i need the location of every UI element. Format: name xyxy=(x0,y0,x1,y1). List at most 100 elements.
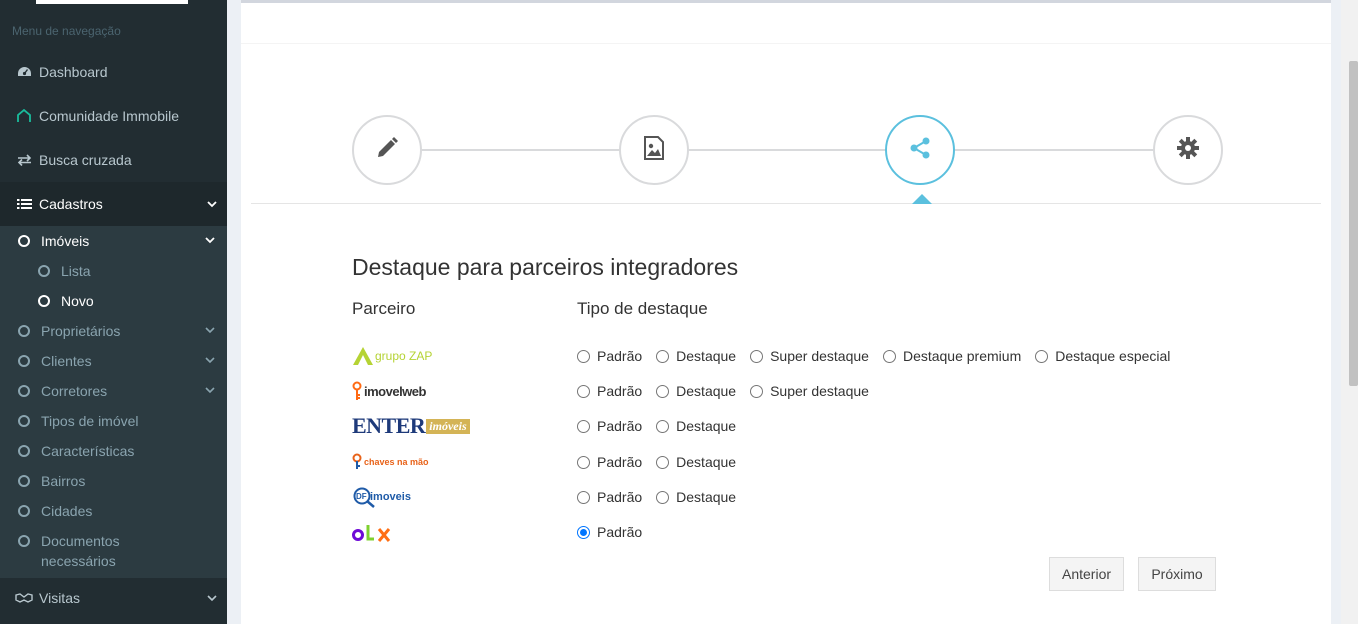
radio-button[interactable] xyxy=(656,490,670,504)
submenu-item-caracteristicas[interactable]: Características xyxy=(0,436,227,466)
radio-button[interactable] xyxy=(577,419,590,433)
submenu-label: Lista xyxy=(61,263,91,279)
submenu-item-documentos[interactable]: Documentos necessários xyxy=(0,531,227,575)
submenu-label: Características xyxy=(41,443,135,459)
options-row-enter: Padrão Destaque xyxy=(577,416,750,436)
wizard-step-settings[interactable] xyxy=(1153,115,1223,185)
partner-logo-dfimoveis: DF imoveis xyxy=(352,484,411,510)
sidebar-item-comunidade[interactable]: Comunidade Immobile xyxy=(0,94,227,138)
handshake-icon xyxy=(15,591,33,605)
submenu-item-proprietarios[interactable]: Proprietários xyxy=(0,316,227,346)
chevron-down-icon xyxy=(205,355,215,367)
submenu-item-corretores[interactable]: Corretores xyxy=(0,376,227,406)
gear-icon xyxy=(1176,136,1200,165)
radio-button[interactable] xyxy=(882,349,896,363)
partner-logo-enter: ENTER imóveis xyxy=(352,413,470,439)
submenu-label: Documentos necessários xyxy=(41,533,120,569)
submenu-item-lista[interactable]: Lista xyxy=(0,256,227,286)
key-logo-icon xyxy=(352,381,362,400)
wizard-connector xyxy=(955,149,1154,151)
chevron-down-icon xyxy=(205,235,215,247)
cadastros-submenu: Imóveis Lista Novo Proprietários Cliente… xyxy=(0,226,227,578)
submenu-item-clientes[interactable]: Clientes xyxy=(0,346,227,376)
radio-option[interactable]: Destaque premium xyxy=(882,348,1021,364)
submenu-label: Bairros xyxy=(41,473,86,489)
nav-header: Menu de navegação xyxy=(12,24,121,38)
radio-option[interactable]: Padrão xyxy=(577,454,642,470)
radio-button[interactable] xyxy=(750,384,764,398)
radio-button[interactable] xyxy=(656,455,670,469)
scrollbar-thumb[interactable] xyxy=(1349,61,1358,386)
chevron-down-icon xyxy=(207,197,217,211)
active-step-indicator xyxy=(912,194,932,204)
circle-icon xyxy=(18,235,30,247)
house-icon xyxy=(15,109,33,123)
submenu-item-tipos[interactable]: Tipos de imóvel xyxy=(0,406,227,436)
sidebar-item-label: Cadastros xyxy=(39,196,103,212)
logo xyxy=(36,0,188,4)
submenu-item-bairros[interactable]: Bairros xyxy=(0,466,227,496)
radio-button[interactable] xyxy=(577,349,590,363)
column-header-type: Tipo de destaque xyxy=(577,299,708,318)
radio-option[interactable]: Padrão xyxy=(577,524,642,540)
radio-button[interactable] xyxy=(656,349,670,363)
radio-option[interactable]: Destaque especial xyxy=(1035,348,1170,364)
submenu-item-imoveis[interactable]: Imóveis xyxy=(0,226,227,256)
radio-button[interactable] xyxy=(750,349,764,363)
radio-option[interactable]: Padrão xyxy=(577,489,642,505)
partner-logo-grupozap: grupo ZAP xyxy=(352,343,432,369)
radio-button-checked[interactable] xyxy=(577,525,590,539)
circle-icon xyxy=(38,295,50,307)
radio-button[interactable] xyxy=(656,384,670,398)
olx-logo-icon xyxy=(352,525,391,542)
list-icon xyxy=(15,197,33,211)
radio-option[interactable]: Super destaque xyxy=(750,383,869,399)
circle-icon xyxy=(18,415,30,427)
submenu-label: Tipos de imóvel xyxy=(41,413,139,429)
wizard-step-image[interactable] xyxy=(619,115,689,185)
radio-option[interactable]: Padrão xyxy=(577,383,642,399)
radio-option[interactable]: Padrão xyxy=(577,418,642,434)
section-title: Destaque para parceiros integradores xyxy=(352,254,739,280)
sidebar-item-busca[interactable]: Busca cruzada xyxy=(0,138,227,182)
wizard-step-share[interactable] xyxy=(885,115,955,185)
svg-text:DF: DF xyxy=(356,492,367,501)
radio-button[interactable] xyxy=(1035,349,1049,363)
submenu-label: Cidades xyxy=(41,503,93,519)
chevron-down-icon xyxy=(205,325,215,337)
submenu-label: Clientes xyxy=(41,353,92,369)
radio-option[interactable]: Destaque xyxy=(656,418,736,434)
submenu-item-novo[interactable]: Novo xyxy=(0,286,227,316)
next-button[interactable]: Próximo xyxy=(1138,557,1216,591)
radio-option[interactable]: Padrão xyxy=(577,348,642,364)
pencil-icon xyxy=(374,135,400,166)
wizard-step-edit[interactable] xyxy=(352,115,422,185)
previous-button[interactable]: Anterior xyxy=(1049,557,1125,591)
radio-button[interactable] xyxy=(577,490,590,504)
submenu-label: Corretores xyxy=(41,383,108,399)
radio-option[interactable]: Destaque xyxy=(656,383,736,399)
chevron-down-icon xyxy=(205,385,215,397)
radio-button[interactable] xyxy=(577,455,590,469)
sidebar-item-label: Visitas xyxy=(39,590,80,606)
options-row-grupozap: Padrão Destaque Super destaque Destaque … xyxy=(577,346,1184,366)
radio-option[interactable]: Destaque xyxy=(656,489,736,505)
radio-option[interactable]: Super destaque xyxy=(750,348,869,364)
wizard-connector xyxy=(420,149,620,151)
sidebar-item-visitas[interactable]: Visitas xyxy=(0,578,227,618)
radio-button[interactable] xyxy=(577,384,590,398)
partner-logo-chavesnamao: chaves na mão xyxy=(352,449,429,475)
radio-option[interactable]: Destaque xyxy=(656,348,736,364)
image-icon xyxy=(643,135,665,165)
sidebar: Menu de navegação Dashboard Comunidade I… xyxy=(0,0,227,624)
circle-icon xyxy=(18,325,30,337)
divider xyxy=(241,43,1331,44)
column-header-partner: Parceiro xyxy=(352,299,416,318)
submenu-item-cidades[interactable]: Cidades xyxy=(0,496,227,526)
sidebar-item-label: Dashboard xyxy=(39,64,108,80)
sidebar-item-cadastros[interactable]: Cadastros xyxy=(0,182,227,226)
radio-button[interactable] xyxy=(656,419,670,433)
sidebar-item-dashboard[interactable]: Dashboard xyxy=(0,50,227,94)
radio-option[interactable]: Destaque xyxy=(656,454,736,470)
circle-icon xyxy=(18,385,30,397)
